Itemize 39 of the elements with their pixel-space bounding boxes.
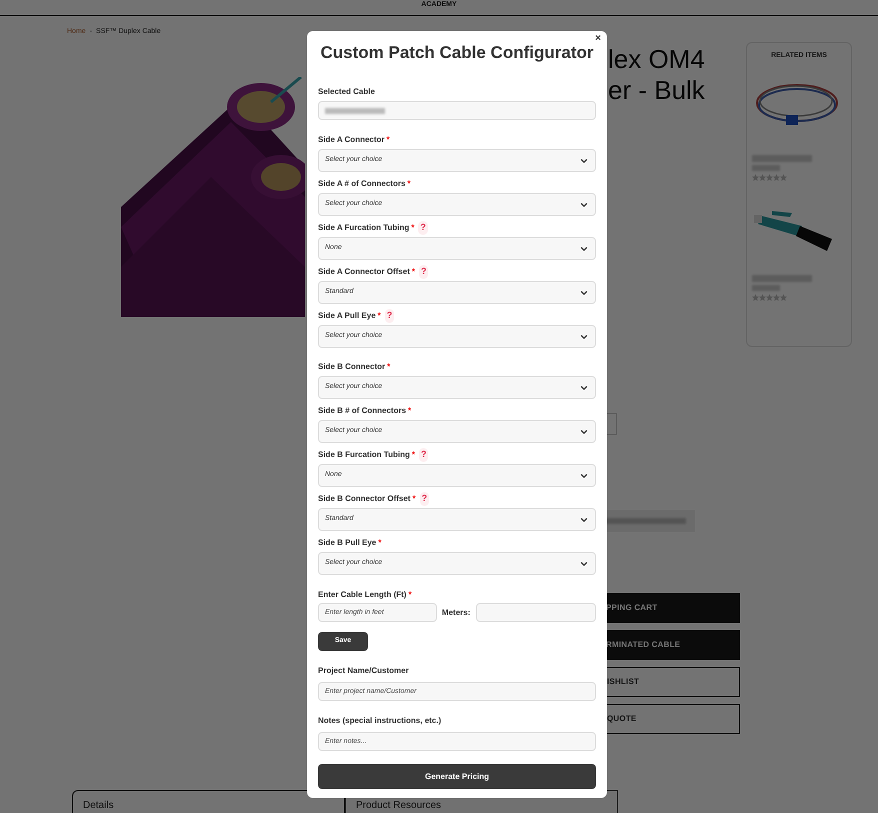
product-title: er - Bulk [608, 74, 706, 106]
field-label: Side A Connector Offset [318, 266, 410, 278]
required-mark: * [412, 449, 415, 461]
required-mark: * [378, 310, 381, 322]
required-mark: * [407, 178, 411, 190]
generate-pricing-button[interactable]: Generate Pricing [318, 764, 596, 789]
field-label: Project Name/Customer [318, 665, 410, 677]
required-mark: * [411, 222, 414, 234]
field-label: Side B Connector Offset [318, 493, 410, 505]
required-mark: * [408, 589, 412, 601]
required-mark: * [387, 361, 390, 373]
required-mark: * [408, 405, 412, 417]
field-label: Side B # of Connectors [318, 405, 406, 417]
field-label: Selected Cable [318, 86, 376, 98]
required-mark: * [378, 537, 382, 549]
help-icon[interactable]: ? [420, 492, 430, 506]
dialog-title: Custom Patch Cable Configurator [320, 42, 594, 64]
required-mark: * [412, 493, 416, 505]
field-label: Notes (special instructions, etc.) [318, 715, 442, 727]
field-label: Side B Furcation Tubing [318, 449, 410, 461]
field-label: Side B Pull Eye [318, 537, 376, 549]
close-button[interactable]: × [595, 34, 601, 44]
required-mark: * [386, 134, 390, 146]
field-label: Side A Connector [318, 134, 385, 146]
input-field[interactable] [476, 603, 596, 622]
field-label: Side A Furcation Tubing [318, 222, 410, 234]
help-icon[interactable]: ? [384, 309, 394, 323]
input-field[interactable] [318, 101, 596, 120]
field-label: Enter Cable Length (Ft) [318, 589, 406, 601]
field-label: Meters: [442, 606, 472, 618]
help-icon[interactable]: ? [418, 221, 428, 235]
help-icon[interactable]: ? [418, 265, 428, 279]
help-icon[interactable]: ? [418, 448, 428, 462]
required-mark: * [412, 266, 415, 278]
tab[interactable]: Details [72, 790, 345, 813]
field-label: Side B Connector [318, 361, 386, 373]
field-label: Side A Pull Eye [318, 310, 376, 322]
field-label: Side A # of Connectors [318, 178, 406, 190]
product-title: lex OM4 [608, 44, 706, 74]
